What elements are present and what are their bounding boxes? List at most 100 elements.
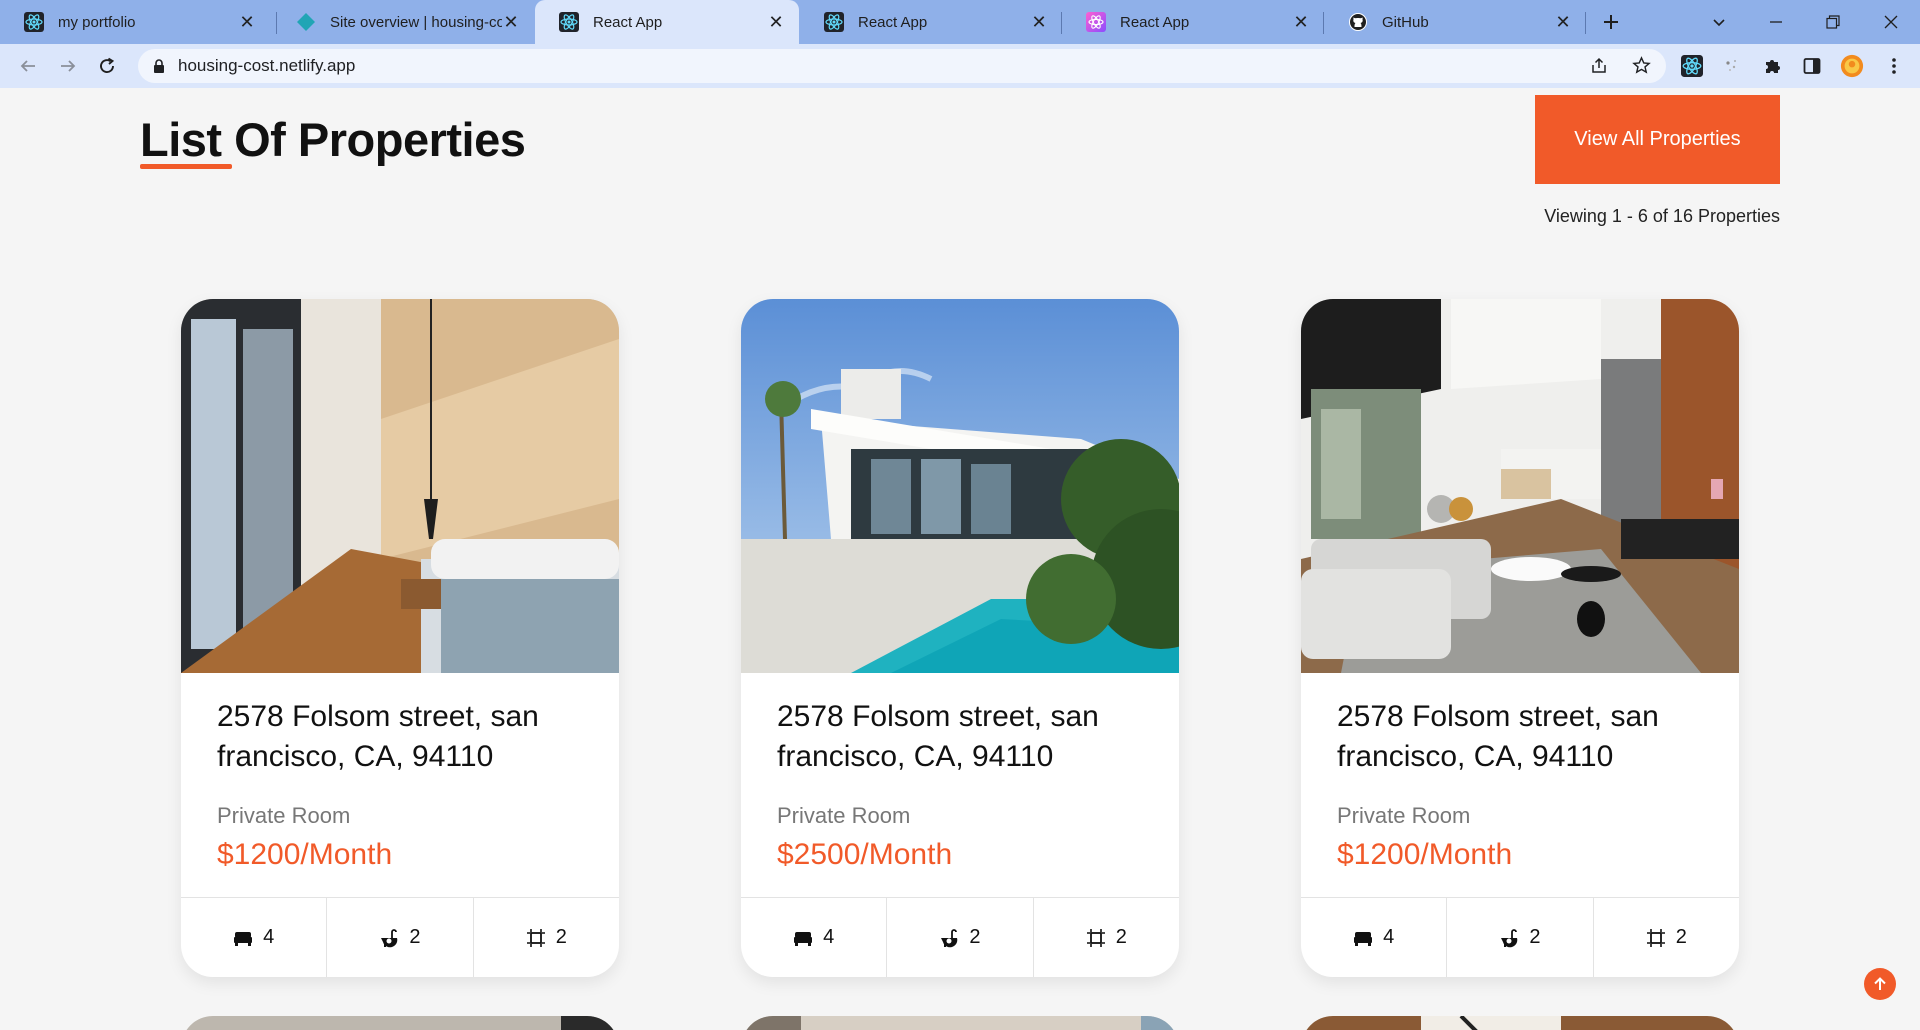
property-card[interactable]: 2578 Folsom street, san francisco, CA, 9… (181, 299, 619, 977)
tab-search-button[interactable] (1704, 8, 1734, 36)
tab-github[interactable]: GitHub ✕ (1324, 0, 1586, 44)
close-tab-icon[interactable]: ✕ (238, 13, 256, 31)
tab-react-app-active[interactable]: React App ✕ (535, 0, 799, 44)
tab-react-app-2[interactable]: React App ✕ (1062, 0, 1324, 44)
minimize-icon (1770, 21, 1782, 23)
property-photo-peek (741, 1016, 1179, 1030)
area-count: 2 (555, 926, 567, 948)
viewing-count: Viewing 1 - 6 of 16 Properties (1544, 206, 1780, 226)
reload-button[interactable] (91, 50, 123, 82)
property-price: $2500/Month (777, 838, 953, 871)
property-type: Private Room (217, 803, 351, 828)
bed-icon (794, 931, 813, 946)
beds-count: 4 (823, 926, 835, 948)
puzzle-icon (1766, 60, 1780, 73)
beds-stat: 4 (1301, 898, 1448, 977)
area-icon (1646, 928, 1665, 947)
back-button[interactable] (12, 50, 44, 82)
tab-title: React App (1120, 13, 1190, 31)
beds-count: 4 (1383, 926, 1395, 948)
property-photo-villa-pool (741, 299, 1179, 673)
star-icon[interactable] (1632, 56, 1651, 75)
area-count: 2 (1675, 926, 1687, 948)
more-vert-icon (1892, 58, 1896, 74)
property-card-peek[interactable] (1301, 1016, 1739, 1030)
extensions-button[interactable] (1761, 54, 1785, 78)
view-all-properties-button[interactable]: View All Properties (1535, 95, 1780, 184)
property-photo-bedroom (181, 299, 619, 673)
tab-divider (1585, 12, 1586, 34)
tab-title: React App (858, 13, 928, 31)
close-icon (1884, 15, 1898, 29)
arrow-left-icon (20, 60, 35, 72)
property-card-peek[interactable] (741, 1016, 1179, 1030)
property-address: 2578 Folsom street, san francisco, CA, 9… (217, 700, 539, 773)
tab-title: GitHub (1382, 13, 1429, 31)
chevron-down-icon (1713, 19, 1725, 27)
react-icon (824, 12, 844, 32)
scroll-to-top-button[interactable] (1864, 968, 1896, 1000)
address-bar[interactable]: housing-cost.netlify.app (138, 49, 1666, 83)
property-stats: 4 2 2 (1301, 897, 1739, 977)
reload-icon (100, 57, 115, 73)
netlify-icon (297, 13, 315, 31)
beds-count: 4 (263, 926, 275, 948)
area-icon (526, 928, 545, 947)
property-photo-living-room (1301, 299, 1739, 673)
url-text: housing-cost.netlify.app (178, 56, 356, 75)
tab-title: React App (593, 13, 663, 31)
property-card[interactable]: 2578 Folsom street, san francisco, CA, 9… (741, 299, 1179, 977)
tab-netlify[interactable]: Site overview | housing-cost ✕ (272, 0, 534, 44)
area-icon (1086, 928, 1105, 947)
profile-button[interactable] (1840, 54, 1864, 78)
arrow-right-icon (61, 60, 76, 72)
close-tab-icon[interactable]: ✕ (502, 13, 520, 31)
property-photo-peek (181, 1016, 619, 1030)
react-gradient-icon (1086, 12, 1106, 32)
close-tab-icon[interactable]: ✕ (767, 13, 785, 31)
baths-count: 2 (969, 926, 981, 948)
lock-icon (154, 59, 164, 73)
area-stat: 2 (474, 898, 619, 977)
property-card[interactable]: 2578 Folsom street, san francisco, CA, 9… (1301, 299, 1739, 977)
react-icon (1681, 55, 1703, 77)
sparkle-icon (1726, 60, 1736, 71)
new-tab-button[interactable] (1596, 8, 1626, 36)
react-icon (559, 12, 579, 32)
baths-count: 2 (1529, 926, 1541, 948)
property-card-peek[interactable] (181, 1016, 619, 1030)
github-icon (1349, 13, 1367, 31)
area-count: 2 (1115, 926, 1127, 948)
restore-button[interactable] (1818, 8, 1848, 36)
restore-icon (1826, 15, 1840, 29)
tab-portfolio[interactable]: my portfolio ✕ (0, 0, 270, 44)
side-panel-button[interactable] (1800, 54, 1824, 78)
property-price: $1200/Month (1337, 838, 1513, 871)
property-stats: 4 2 2 (741, 897, 1179, 977)
arrow-up-icon (1874, 977, 1886, 990)
react-devtools-extension[interactable] (1680, 54, 1704, 78)
browser-toolbar: housing-cost.netlify.app (0, 44, 1920, 88)
title-underline (140, 164, 232, 169)
page-title: List Of Properties (140, 113, 526, 166)
share-icon[interactable] (1590, 57, 1608, 75)
extension-button[interactable] (1719, 54, 1743, 78)
baths-count: 2 (409, 926, 421, 948)
tab-strip: my portfolio ✕ Site overview | housing-c… (0, 0, 1920, 44)
baths-stat: 2 (1447, 898, 1594, 977)
close-tab-icon[interactable]: ✕ (1030, 13, 1048, 31)
beds-stat: 4 (741, 898, 888, 977)
minimize-button[interactable] (1761, 8, 1791, 36)
forward-button[interactable] (52, 50, 84, 82)
browser-menu-button[interactable] (1882, 54, 1906, 78)
plus-icon (1604, 15, 1618, 29)
close-tab-icon[interactable]: ✕ (1292, 13, 1310, 31)
tab-react-app[interactable]: React App ✕ (800, 0, 1062, 44)
property-type: Private Room (777, 803, 911, 828)
property-photo-peek (1301, 1016, 1739, 1030)
close-tab-icon[interactable]: ✕ (1554, 13, 1572, 31)
react-icon (24, 12, 44, 32)
close-window-button[interactable] (1876, 8, 1906, 36)
tab-title: my portfolio (58, 13, 136, 31)
tab-title: Site overview | housing-cost (330, 13, 502, 31)
